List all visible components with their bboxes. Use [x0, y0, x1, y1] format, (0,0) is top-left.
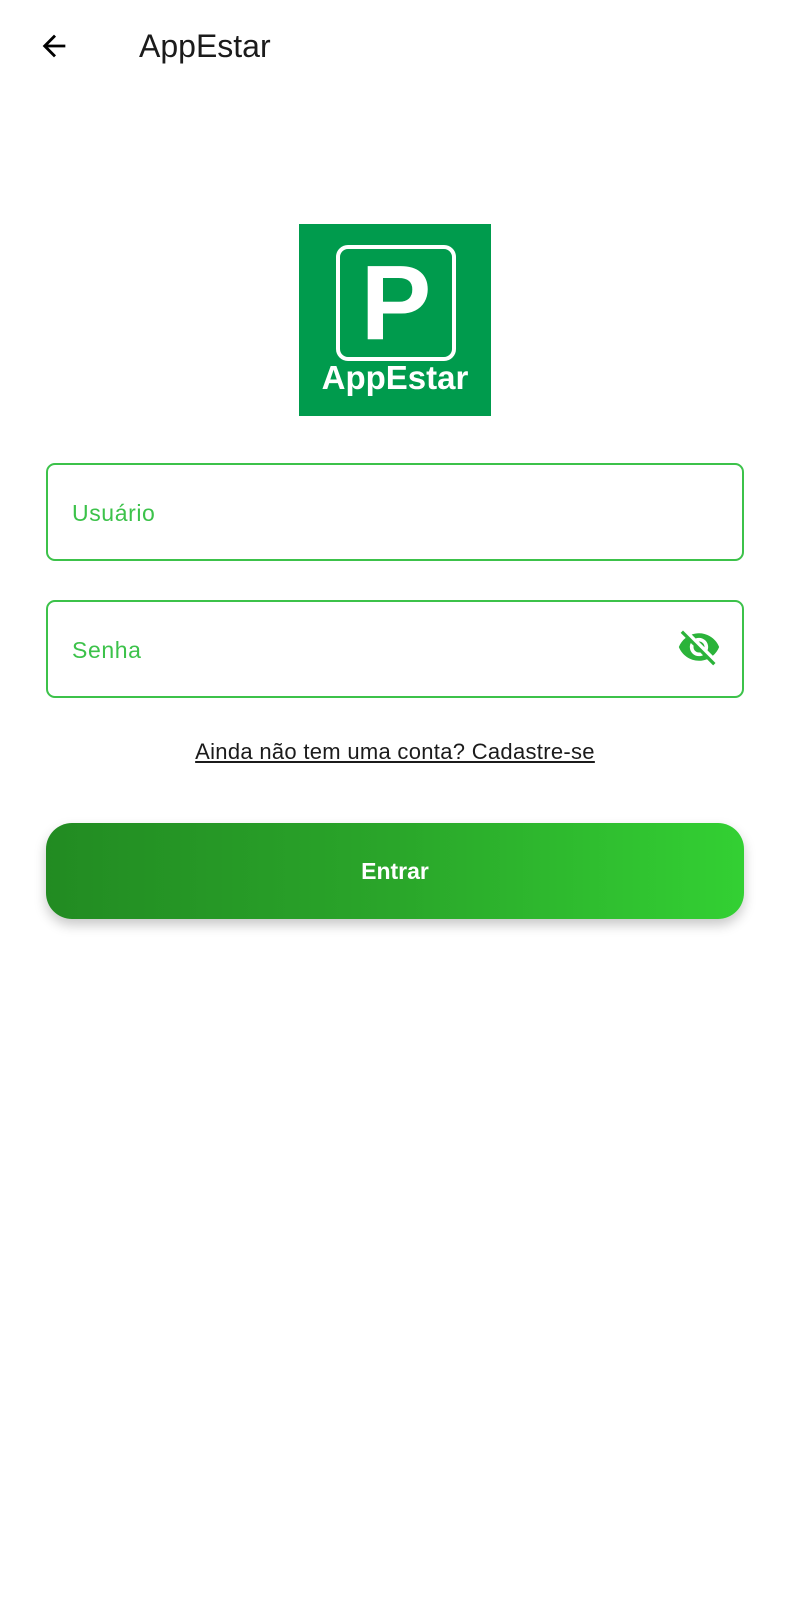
username-input[interactable] — [70, 465, 674, 561]
password-input[interactable] — [70, 602, 674, 698]
password-field[interactable] — [46, 600, 744, 698]
page-title: AppEstar — [139, 28, 271, 64]
logo-letter: P — [360, 244, 432, 362]
parking-sign-icon: P — [336, 245, 456, 361]
arrow-left-icon — [37, 29, 71, 68]
enter-button[interactable]: Entrar — [46, 823, 744, 919]
password-visibility-toggle[interactable] — [676, 627, 722, 671]
username-field[interactable] — [46, 463, 744, 561]
signup-link[interactable]: Ainda não tem uma conta? Cadastre-se — [0, 738, 790, 766]
app-bar: AppEstar — [0, 0, 790, 96]
back-button[interactable] — [26, 20, 82, 76]
eye-off-icon — [677, 625, 721, 674]
logo-text: AppEstar — [321, 359, 469, 396]
app-logo: P AppEstar — [299, 224, 491, 416]
